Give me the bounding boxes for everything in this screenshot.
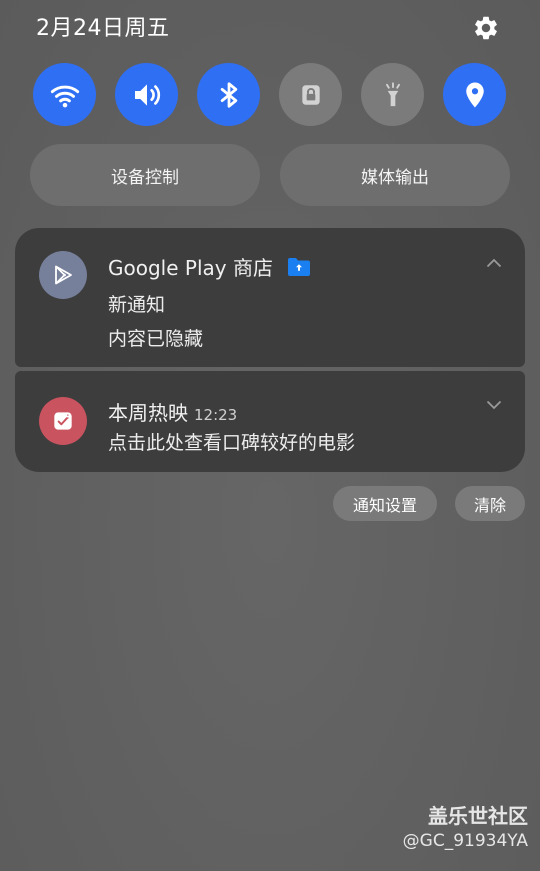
quick-toggles [33, 63, 507, 127]
expand-button[interactable] [485, 396, 503, 414]
lock-toggle[interactable] [279, 63, 342, 126]
gear-icon [475, 16, 497, 40]
app-icon [39, 397, 87, 445]
notification-card[interactable]: 本周热映 12:23 点击此处查看口碑较好的电影 [15, 371, 525, 472]
notification-app-name: Google Play 商店 [108, 252, 311, 281]
notification-body: 内容已隐藏 [108, 328, 204, 350]
sound-toggle[interactable] [115, 63, 178, 126]
clear-button[interactable]: 清除 [455, 486, 525, 521]
notification-time: 12:23 [194, 406, 238, 424]
chevron-down-icon [486, 400, 502, 410]
lock-icon [301, 84, 320, 105]
watermark-title: 盖乐世社区 [428, 804, 528, 828]
media-output-button[interactable]: 媒体输出 [280, 144, 510, 206]
settings-button[interactable] [470, 12, 502, 44]
chevron-up-icon [486, 258, 502, 268]
wifi-toggle[interactable] [33, 63, 96, 126]
notification-app-label: 本周热映 [108, 401, 188, 425]
ticket-icon [54, 412, 72, 430]
bluetooth-toggle[interactable] [197, 63, 260, 126]
secure-folder-icon [287, 257, 311, 282]
watermark-handle: @GC_91934YA [402, 831, 528, 851]
notification-card[interactable]: Google Play 商店 新通知 内容已隐藏 [15, 228, 525, 367]
location-toggle[interactable] [443, 63, 506, 126]
collapse-button[interactable] [485, 254, 503, 272]
sound-icon [134, 83, 160, 106]
flashlight-icon [385, 81, 400, 106]
notification-panel: 2月24日周五 设备控制 媒体输出 Google Play 商店 新通知 内容已… [0, 0, 540, 871]
date-label: 2月24日周五 [36, 16, 170, 41]
notification-settings-button[interactable]: 通知设置 [333, 486, 437, 521]
notification-app-name: 本周热映 12:23 [108, 397, 237, 426]
location-icon [465, 82, 484, 107]
notification-body: 点击此处查看口碑较好的电影 [108, 432, 356, 454]
notification-title: 新通知 [108, 294, 166, 316]
flashlight-toggle[interactable] [361, 63, 424, 126]
notification-app-label: Google Play 商店 [108, 256, 273, 280]
app-icon [39, 251, 87, 299]
play-store-icon [55, 265, 72, 285]
bluetooth-icon [220, 81, 237, 108]
wifi-icon [50, 85, 79, 107]
device-control-button[interactable]: 设备控制 [30, 144, 260, 206]
